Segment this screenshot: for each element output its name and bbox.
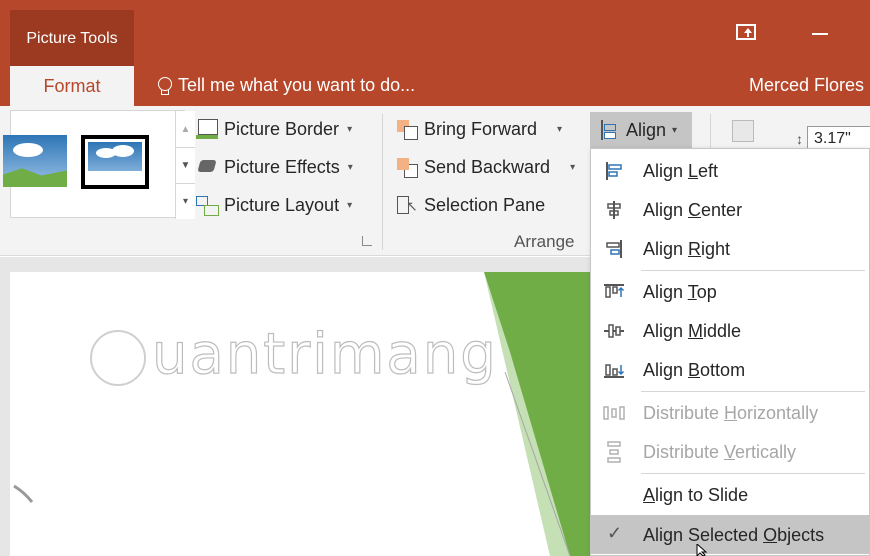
mouse-cursor-icon bbox=[696, 544, 708, 556]
gallery-scroll: ▲ ▼ ▾ bbox=[175, 111, 195, 219]
menu-separator bbox=[641, 270, 865, 271]
crop-icon[interactable] bbox=[732, 120, 754, 142]
menu-separator bbox=[641, 473, 865, 474]
align-top-icon bbox=[604, 284, 625, 298]
watermark-logo-icon bbox=[90, 329, 146, 386]
dropdown-arrow-icon: ▾ bbox=[672, 124, 678, 136]
align-right-item[interactable]: Align Right bbox=[591, 229, 869, 268]
align-center-item[interactable]: Align Center bbox=[591, 190, 869, 229]
send-backward-button[interactable]: Send Backward ▾ bbox=[396, 156, 575, 178]
gallery-more-icon[interactable]: ▾ bbox=[176, 183, 195, 219]
picture-effects-icon bbox=[196, 156, 218, 178]
selection-pane-label: Selection Pane bbox=[424, 194, 546, 215]
picture-styles-dialog-launcher[interactable] bbox=[362, 236, 372, 246]
distribute-horizontally-item: Distribute Horizontally bbox=[591, 393, 869, 432]
lightbulb-icon bbox=[158, 76, 172, 95]
menu-item-label: Distribute Vertically bbox=[643, 442, 797, 462]
bring-forward-label: Bring Forward bbox=[424, 118, 538, 139]
dropdown-arrow-icon: ▾ bbox=[347, 199, 353, 211]
menu-item-label: Align Left bbox=[643, 161, 719, 181]
dropdown-arrow-icon[interactable]: ▾ bbox=[570, 162, 575, 173]
align-center-icon bbox=[607, 201, 621, 219]
menu-item-label: Align Center bbox=[643, 200, 743, 220]
bring-forward-icon bbox=[396, 118, 418, 140]
align-menu: Align Left Align Center Align Right Alig… bbox=[590, 148, 870, 556]
menu-item-label: Align Top bbox=[643, 282, 717, 302]
send-backward-label: Send Backward bbox=[424, 156, 551, 177]
picture-border-button[interactable]: Picture Border ▾ bbox=[196, 118, 352, 140]
align-top-item[interactable]: Align Top bbox=[591, 272, 869, 311]
distribute-vertically-icon bbox=[607, 441, 621, 463]
align-left-item[interactable]: Align Left bbox=[591, 151, 869, 190]
picture-effects-button[interactable]: Picture Effects ▾ bbox=[196, 156, 353, 178]
picture-tools-context-tab: Picture Tools bbox=[10, 10, 134, 66]
align-to-slide-item[interactable]: Align to Slide bbox=[591, 475, 869, 514]
align-bottom-item[interactable]: Align Bottom bbox=[591, 350, 869, 389]
send-backward-icon bbox=[396, 156, 418, 178]
menu-item-label: Align Bottom bbox=[643, 360, 746, 380]
tab-format-label: Format bbox=[43, 76, 101, 96]
slide-partial-shape bbox=[13, 484, 34, 503]
picture-styles-gallery[interactable]: ▲ ▼ ▾ bbox=[3, 110, 195, 219]
picture-border-label: Picture Border bbox=[224, 118, 340, 139]
selection-pane-icon bbox=[396, 194, 418, 216]
dropdown-arrow-icon: ▾ bbox=[347, 161, 353, 173]
user-name[interactable]: Merced Flores bbox=[749, 75, 864, 96]
tell-me-text: Tell me what you want to do... bbox=[178, 75, 416, 95]
align-label: Align bbox=[626, 119, 667, 140]
picture-style-thumbnail-selected[interactable] bbox=[81, 135, 149, 189]
menu-item-label: Align Middle bbox=[643, 321, 742, 341]
picture-border-icon bbox=[196, 118, 218, 140]
align-icon bbox=[598, 119, 620, 141]
align-middle-item[interactable]: Align Middle bbox=[591, 311, 869, 350]
group-separator bbox=[382, 114, 383, 250]
picture-layout-icon bbox=[196, 194, 219, 216]
ribbon-display-options-icon[interactable] bbox=[736, 24, 756, 40]
align-button[interactable]: Align ▾ bbox=[590, 112, 692, 148]
title-bar: Picture Tools bbox=[0, 0, 870, 66]
align-right-icon bbox=[606, 240, 622, 258]
align-selected-objects-item[interactable]: ✓ Align Selected Objects bbox=[591, 515, 869, 554]
menu-item-label: Distribute Horizontally bbox=[643, 403, 819, 423]
watermark-text: uantrimang bbox=[151, 321, 498, 387]
height-icon: ↕ bbox=[796, 131, 803, 147]
menu-separator bbox=[641, 391, 865, 392]
tell-me-box[interactable]: Tell me what you want to do... bbox=[158, 75, 415, 96]
bring-forward-button[interactable]: Bring Forward ▾ bbox=[396, 118, 562, 140]
gallery-up-icon[interactable]: ▲ bbox=[176, 111, 195, 147]
picture-layout-label: Picture Layout bbox=[224, 194, 340, 215]
picture-effects-label: Picture Effects bbox=[224, 156, 340, 177]
distribute-horizontally-icon bbox=[603, 406, 625, 420]
menu-item-label: Align Selected Objects bbox=[643, 525, 825, 545]
ribbon-tabs: Format Tell me what you want to do... Me… bbox=[0, 66, 870, 106]
watermark: uantrimang bbox=[90, 321, 498, 388]
picture-layout-button[interactable]: Picture Layout ▾ bbox=[196, 194, 352, 216]
gallery-down-icon[interactable]: ▼ bbox=[176, 147, 195, 183]
distribute-vertically-item: Distribute Vertically bbox=[591, 432, 869, 471]
picture-style-thumbnail[interactable] bbox=[3, 135, 67, 187]
context-tab-label: Picture Tools bbox=[26, 30, 118, 47]
menu-item-label: Align to Slide bbox=[643, 485, 749, 505]
align-middle-icon bbox=[604, 324, 624, 338]
align-left-icon bbox=[606, 162, 622, 180]
dropdown-arrow-icon[interactable]: ▾ bbox=[557, 124, 562, 135]
arrange-group-label: Arrange bbox=[514, 232, 575, 251]
dropdown-arrow-icon: ▾ bbox=[347, 123, 353, 135]
selection-pane-button[interactable]: Selection Pane bbox=[396, 194, 545, 216]
tab-format[interactable]: Format bbox=[10, 66, 134, 106]
checkmark-icon: ✓ bbox=[607, 523, 623, 543]
align-bottom-icon bbox=[604, 364, 625, 378]
minimize-icon[interactable] bbox=[812, 33, 828, 35]
menu-item-label: Align Right bbox=[643, 239, 731, 259]
